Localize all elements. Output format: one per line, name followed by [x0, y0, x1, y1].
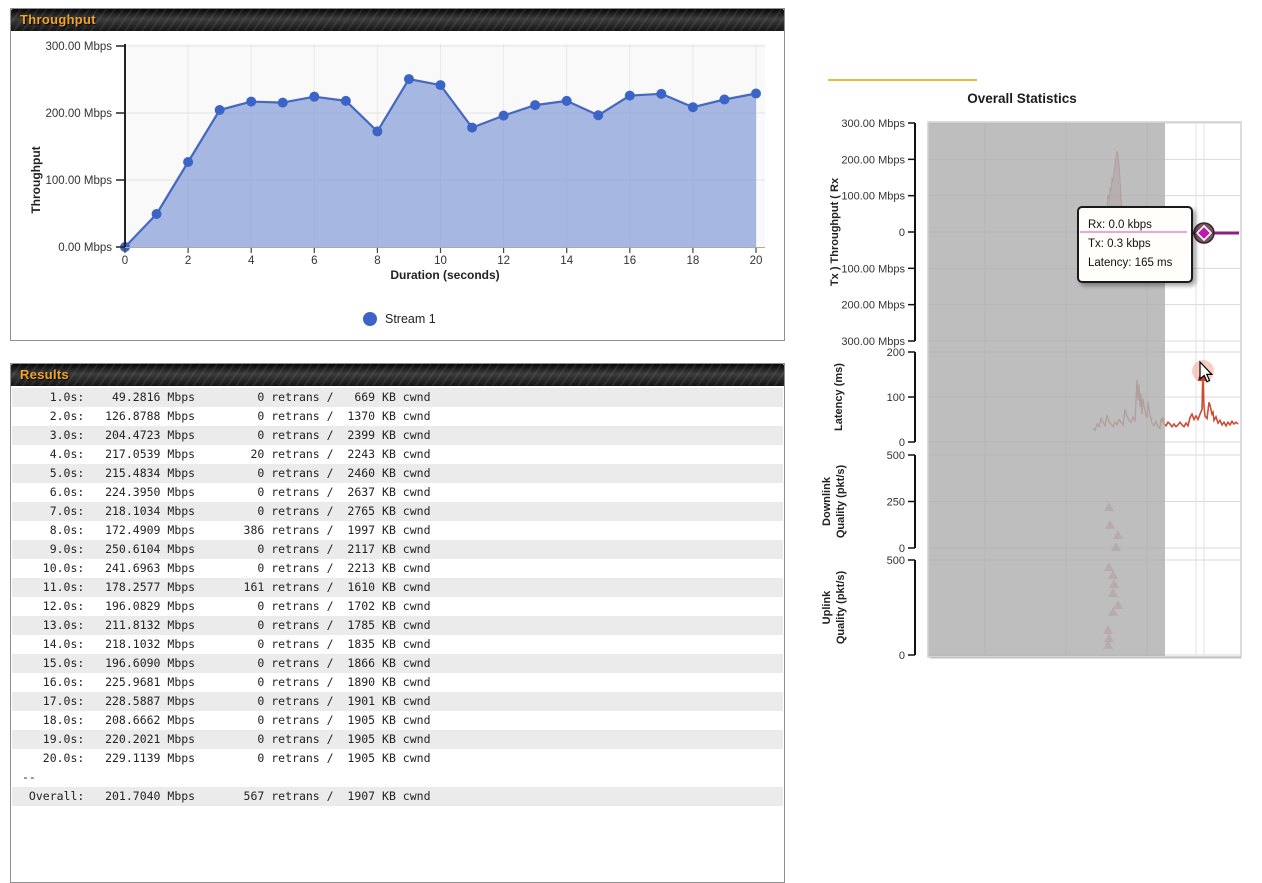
- svg-text:0: 0: [899, 437, 905, 449]
- svg-text:100.00 Mbps: 100.00 Mbps: [841, 191, 905, 203]
- svg-text:6: 6: [311, 255, 317, 267]
- result-row: 8.0s: 172.4909 Mbps 386 retrans / 1997 K…: [12, 521, 783, 540]
- svg-text:250: 250: [887, 497, 905, 509]
- result-row: 19.0s: 220.2021 Mbps 0 retrans / 1905 KB…: [12, 730, 783, 749]
- result-row: 6.0s: 224.3950 Mbps 0 retrans / 2637 KB …: [12, 483, 783, 502]
- results-panel-header: Results: [11, 364, 784, 386]
- svg-text:18: 18: [687, 255, 700, 267]
- svg-text:300.00 Mbps: 300.00 Mbps: [46, 41, 113, 53]
- stream-legend-dot-icon: [363, 312, 377, 326]
- svg-text:8: 8: [374, 255, 380, 267]
- svg-text:100: 100: [887, 392, 905, 404]
- svg-text:10: 10: [434, 255, 447, 267]
- svg-text:Tx ) Throughput ( Rx: Tx ) Throughput ( Rx: [829, 177, 841, 286]
- result-row: 2.0s: 126.8788 Mbps 0 retrans / 1370 KB …: [12, 407, 783, 426]
- results-panel-title: Results: [20, 367, 69, 382]
- svg-text:200.00 Mbps: 200.00 Mbps: [841, 300, 905, 312]
- throughput-panel-title: Throughput: [20, 12, 96, 27]
- overall-statistics-charts[interactable]: 300.00 Mbps 200.00 Mbps 100.00 Mbps 0 100.00…: [820, 110, 1262, 670]
- svg-text:200.00 Mbps: 200.00 Mbps: [46, 108, 113, 120]
- svg-text:100.00 Mbps: 100.00 Mbps: [46, 175, 113, 187]
- rx-zero-line-highlight: [1080, 231, 1187, 233]
- stream-legend-label: Stream 1: [385, 312, 436, 326]
- svg-text:12: 12: [497, 255, 510, 267]
- svg-text:Uplink: Uplink: [821, 590, 833, 624]
- result-row: 16.0s: 225.9681 Mbps 0 retrans / 1890 KB…: [12, 673, 783, 692]
- svg-text:500: 500: [887, 450, 905, 462]
- results-separator-row: --: [12, 768, 783, 787]
- tooltip-tx-value: Tx: 0.3 kbps: [1088, 235, 1182, 254]
- stats-title: Overall Statistics: [967, 91, 1077, 106]
- svg-text:Downlink: Downlink: [821, 476, 833, 526]
- svg-text:200.00 Mbps: 200.00 Mbps: [841, 154, 905, 166]
- stats-title-wrap: Overall Statistics: [822, 90, 1222, 108]
- result-row: 1.0s: 49.2816 Mbps 0 retrans / 669 KB cw…: [12, 388, 783, 407]
- svg-text:2: 2: [185, 255, 191, 267]
- result-row: 14.0s: 218.1032 Mbps 0 retrans / 1835 KB…: [12, 635, 783, 654]
- svg-text:0: 0: [899, 227, 905, 239]
- svg-text:4: 4: [248, 255, 255, 267]
- stats-accent-line: [828, 79, 977, 81]
- result-row: 4.0s: 217.0539 Mbps 20 retrans / 2243 KB…: [12, 445, 783, 464]
- svg-text:Quality (pkt/s): Quality (pkt/s): [835, 570, 847, 644]
- result-row: 17.0s: 228.5887 Mbps 0 retrans / 1901 KB…: [12, 692, 783, 711]
- stream-legend[interactable]: Stream 1: [363, 312, 436, 326]
- result-row: 12.0s: 196.0829 Mbps 0 retrans / 1702 KB…: [12, 597, 783, 616]
- svg-text:0.00 Mbps: 0.00 Mbps: [58, 242, 112, 254]
- svg-text:0: 0: [899, 650, 905, 662]
- svg-text:Latency (ms): Latency (ms): [833, 363, 845, 431]
- result-row: 20.0s: 229.1139 Mbps 0 retrans / 1905 KB…: [12, 749, 783, 768]
- result-row: 10.0s: 241.6963 Mbps 0 retrans / 2213 KB…: [12, 559, 783, 578]
- svg-text:0: 0: [899, 543, 905, 555]
- svg-text:20: 20: [750, 255, 763, 267]
- svg-text:Duration (seconds): Duration (seconds): [390, 268, 499, 282]
- svg-text:100.00 Mbps: 100.00 Mbps: [841, 263, 905, 275]
- result-row: 18.0s: 208.6662 Mbps 0 retrans / 1905 KB…: [12, 711, 783, 730]
- svg-text:14: 14: [560, 255, 573, 267]
- svg-text:16: 16: [623, 255, 636, 267]
- result-row: Overall: 201.7040 Mbps 567 retrans / 190…: [12, 787, 783, 806]
- throughput-panel-header: Throughput: [11, 9, 784, 31]
- result-row: 7.0s: 218.1034 Mbps 0 retrans / 2765 KB …: [12, 502, 783, 521]
- result-row: 11.0s: 178.2577 Mbps 161 retrans / 1610 …: [12, 578, 783, 597]
- result-row: 3.0s: 204.4723 Mbps 0 retrans / 2399 KB …: [12, 426, 783, 445]
- svg-text:Throughput: Throughput: [29, 146, 43, 213]
- throughput-area-chart[interactable]: 300.00 Mbps 200.00 Mbps 100.00 Mbps 0.00 Mb…: [10, 30, 786, 342]
- tooltip-latency-value: Latency: 165 ms: [1088, 254, 1182, 273]
- result-row: 5.0s: 215.4834 Mbps 0 retrans / 2460 KB …: [12, 464, 783, 483]
- result-row: 13.0s: 211.8132 Mbps 0 retrans / 1785 KB…: [12, 616, 783, 635]
- svg-text:500: 500: [887, 555, 905, 567]
- results-row-list: 1.0s: 49.2816 Mbps 0 retrans / 669 KB cw…: [12, 388, 783, 806]
- svg-text:200: 200: [887, 347, 905, 359]
- result-row: 15.0s: 196.6090 Mbps 0 retrans / 1866 KB…: [12, 654, 783, 673]
- svg-text:0: 0: [122, 255, 128, 267]
- svg-text:300.00 Mbps: 300.00 Mbps: [841, 118, 905, 130]
- result-row: 9.0s: 250.6104 Mbps 0 retrans / 2117 KB …: [12, 540, 783, 559]
- svg-text:Quality (pkt/s): Quality (pkt/s): [835, 464, 847, 538]
- chart-hover-tooltip: Rx: 0.0 kbps Tx: 0.3 kbps Latency: 165 m…: [1077, 206, 1193, 283]
- results-panel: Results 1.0s: 49.2816 Mbps 0 retrans / 6…: [10, 363, 785, 883]
